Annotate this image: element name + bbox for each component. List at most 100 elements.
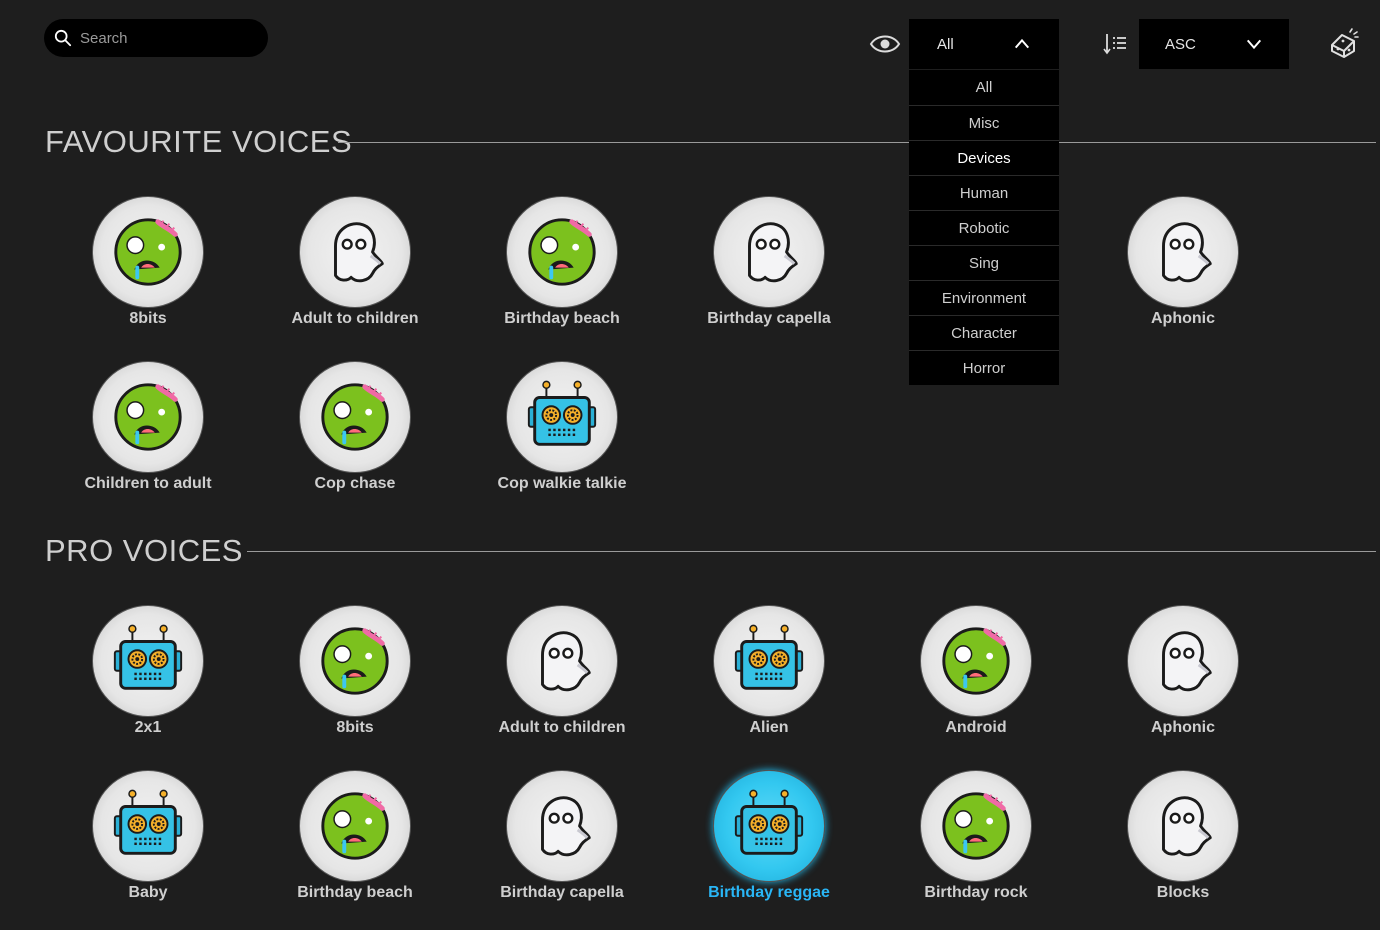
ghost-icon [334, 222, 384, 283]
voice-avatar [506, 770, 618, 882]
voice-avatar [92, 770, 204, 882]
visibility-toggle-button[interactable] [869, 30, 901, 58]
eye-icon [869, 35, 901, 53]
voice-avatar [92, 196, 204, 308]
voice-card[interactable]: 8bits [265, 605, 445, 737]
voice-label: Blocks [1156, 884, 1210, 901]
voice-label: Aphonic [1151, 719, 1215, 736]
dropdown-option[interactable]: Robotic [909, 210, 1059, 245]
voice-label: Birthday beach [297, 884, 413, 901]
voice-card[interactable]: Android [886, 605, 1066, 737]
category-filter-value: All [937, 35, 954, 53]
voice-label: Aphonic [1151, 310, 1215, 327]
sort-order-value: ASC [1165, 35, 1196, 53]
pro-voices-heading: PRO VOICES [45, 533, 243, 568]
voice-avatar [506, 605, 618, 717]
voice-label: Baby [128, 884, 168, 901]
zombie-icon [321, 627, 389, 695]
ghost-icon [1162, 222, 1212, 283]
voice-avatar [299, 605, 411, 717]
voice-avatar [506, 361, 618, 473]
voice-label: Cop walkie talkie [497, 475, 627, 492]
voice-card[interactable]: Adult to children [472, 605, 652, 737]
voice-card[interactable]: Cop chase [265, 361, 445, 493]
voice-card[interactable]: Birthday rock [886, 770, 1066, 902]
ghost-icon [1162, 796, 1212, 857]
robot-icon [113, 789, 183, 855]
voice-label: Android [945, 719, 1007, 736]
dropdown-option[interactable]: Environment [909, 280, 1059, 315]
dice-icon [1331, 28, 1359, 58]
voice-avatar [920, 770, 1032, 882]
category-filter-dropdown: All Misc Devices Human Robotic Sing Environmen… [909, 70, 1059, 385]
voice-label: Birthday beach [504, 310, 620, 327]
voice-label: 8bits [336, 719, 374, 736]
section-divider [247, 551, 1376, 552]
voice-label: Adult to children [498, 719, 626, 736]
voice-label: Adult to children [291, 310, 419, 327]
search-input[interactable] [80, 29, 250, 47]
sort-order-select[interactable]: ASC [1139, 19, 1289, 69]
voice-label: 8bits [129, 310, 167, 327]
voice-card[interactable]: Birthday beach [265, 770, 445, 902]
voice-avatar [1127, 196, 1239, 308]
category-filter-select[interactable]: All [909, 19, 1059, 69]
dropdown-option[interactable]: Devices [909, 140, 1059, 175]
sort-icon[interactable] [1103, 32, 1127, 56]
voice-card[interactable]: 2x1 [58, 605, 238, 737]
dropdown-option[interactable]: All [909, 70, 1059, 105]
voice-avatar [920, 605, 1032, 717]
voice-label: Birthday capella [500, 884, 624, 901]
voice-card[interactable]: Birthday capella [472, 770, 652, 902]
ghost-icon [1162, 631, 1212, 692]
voice-avatar [1127, 605, 1239, 717]
dropdown-option[interactable]: Misc [909, 105, 1059, 140]
voice-avatar [1127, 770, 1239, 882]
dropdown-option[interactable]: Human [909, 175, 1059, 210]
voice-card[interactable]: Children to adult [58, 361, 238, 493]
voice-avatar [299, 196, 411, 308]
voice-label: Alien [749, 719, 789, 736]
voice-card[interactable]: Birthday beach [472, 196, 652, 328]
voice-card[interactable]: Birthday reggae [679, 770, 859, 902]
dropdown-option[interactable]: Horror [909, 350, 1059, 385]
voice-card[interactable]: Cop walkie talkie [472, 361, 652, 493]
ghost-icon [748, 222, 798, 283]
robot-icon [527, 380, 597, 446]
robot-icon [113, 624, 183, 690]
voice-card[interactable]: 8bits [58, 196, 238, 328]
voice-card[interactable]: Blocks [1093, 770, 1273, 902]
voice-avatar [713, 605, 825, 717]
voice-card[interactable]: Alien [679, 605, 859, 737]
zombie-icon [321, 383, 389, 451]
voice-card[interactable]: Aphonic [1093, 196, 1273, 328]
zombie-icon [321, 792, 389, 860]
voice-label: Children to adult [84, 475, 212, 492]
voice-label: Cop chase [314, 475, 396, 492]
search-icon [54, 29, 72, 47]
chevron-down-icon [1246, 39, 1262, 50]
voice-card[interactable]: Baby [58, 770, 238, 902]
zombie-icon [114, 218, 182, 286]
dropdown-option[interactable]: Sing [909, 245, 1059, 280]
voice-label: Birthday reggae [708, 884, 830, 901]
voice-avatar [299, 361, 411, 473]
chevron-up-icon [1014, 38, 1030, 49]
voice-card[interactable]: Adult to children [265, 196, 445, 328]
favourite-voices-heading: FAVOURITE VOICES [45, 124, 353, 159]
voice-card[interactable]: Aphonic [1093, 605, 1273, 737]
dropdown-option[interactable]: Character [909, 315, 1059, 350]
random-voice-button[interactable] [1328, 27, 1360, 59]
voice-label: 2x1 [134, 719, 162, 736]
voice-avatar [713, 196, 825, 308]
zombie-icon [942, 627, 1010, 695]
voice-card[interactable]: Birthday capella [679, 196, 859, 328]
search-box[interactable] [44, 19, 268, 57]
voice-avatar [92, 361, 204, 473]
voice-avatar [299, 770, 411, 882]
ghost-icon [541, 631, 591, 692]
voice-avatar [92, 605, 204, 717]
voice-label: Birthday capella [707, 310, 831, 327]
zombie-icon [942, 792, 1010, 860]
zombie-icon [528, 218, 596, 286]
